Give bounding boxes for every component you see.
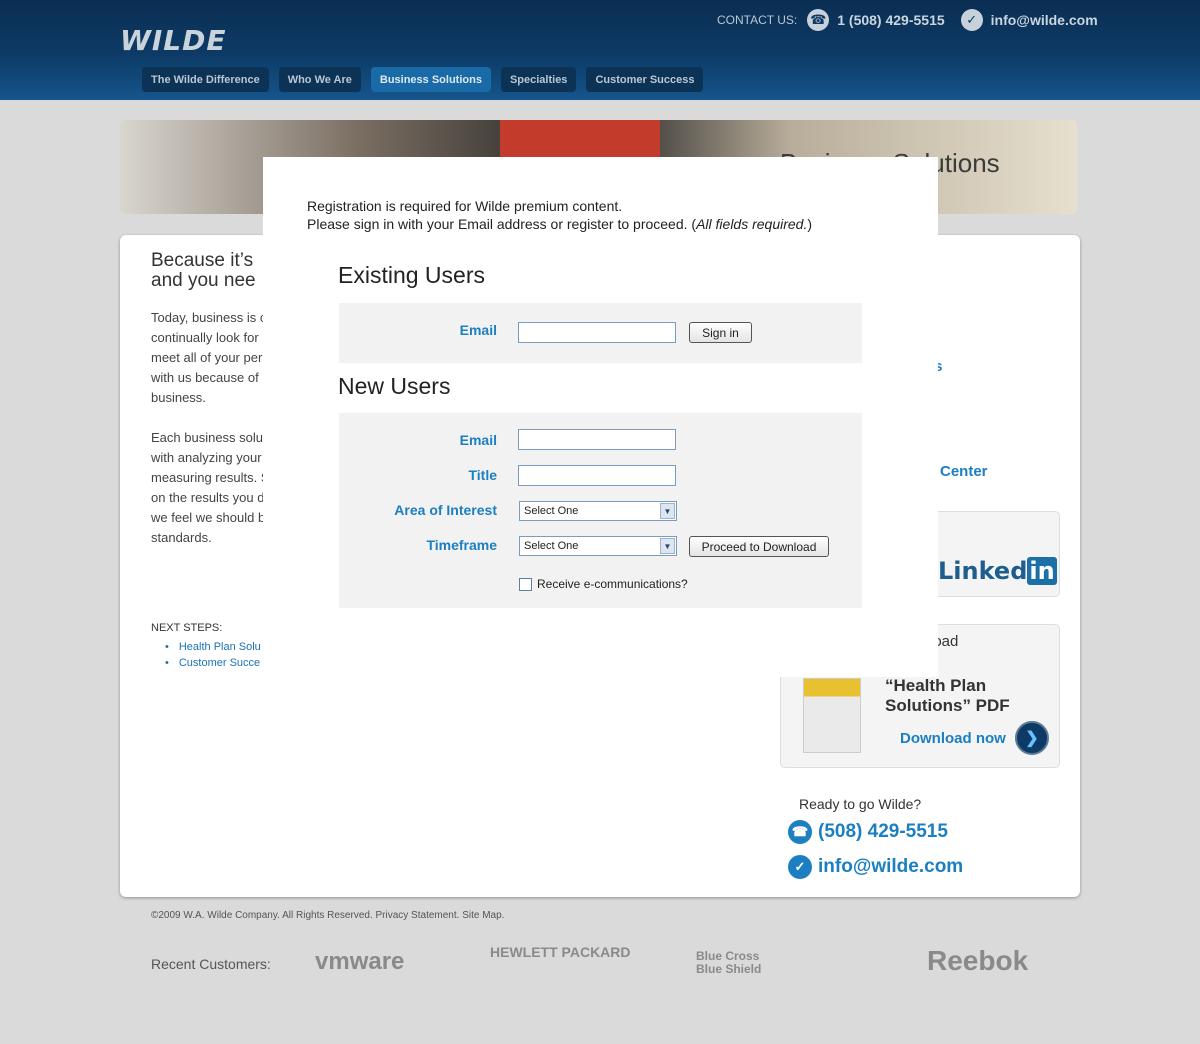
intro-close: ) — [807, 216, 813, 232]
new-email-label: Email — [459, 432, 497, 448]
download-title: “Health Plan Solutions” PDF — [885, 676, 1010, 715]
intro-text: Please sign in with your Email address o… — [307, 216, 697, 232]
linkedin-logo[interactable]: Linkedin — [938, 557, 1057, 585]
new-users-form: Email Title Area of Interest Select One … — [339, 413, 862, 608]
nav-who-we-are[interactable]: Who We Are — [278, 67, 361, 92]
next-step-link[interactable]: Health Plan Solu — [165, 641, 261, 653]
title-input[interactable] — [518, 465, 676, 486]
copyright: ©2009 W.A. Wilde Company. All Rights Res… — [151, 910, 505, 921]
modal-intro: Registration is required for Wilde premi… — [307, 197, 812, 233]
recent-customers-label: Recent Customers: — [151, 956, 271, 972]
customer-logo-bcbs: Blue Cross Blue Shield — [696, 949, 762, 976]
new-users-title: New Users — [338, 373, 451, 399]
sidebar-link[interactable]: Center — [940, 463, 988, 480]
next-steps-label: NEXT STEPS: — [151, 622, 223, 634]
phone-icon: ☎ — [788, 820, 812, 844]
proceed-to-download-button[interactable]: Proceed to Download — [689, 536, 829, 557]
phone-icon: ☎ — [807, 9, 830, 31]
title-label: Title — [468, 467, 497, 483]
intro-line-1: Registration is required for Wilde premi… — [307, 198, 623, 214]
main-nav: The Wilde Difference Who We Are Business… — [142, 67, 704, 92]
next-step-link[interactable]: Customer Succe — [165, 657, 261, 669]
linkedin-in: in — [1027, 557, 1057, 585]
sign-in-button[interactable]: Sign in — [689, 322, 752, 343]
next-steps-list: Health Plan Solu Customer Succe — [165, 641, 261, 673]
area-of-interest-label: Area of Interest — [394, 502, 497, 518]
sidebar-phone-text: (508) 429-5515 — [818, 821, 948, 842]
intro-line-2: Please sign in with your Email address o… — [307, 215, 812, 233]
content-heading: Because it’s and you nee — [151, 251, 256, 291]
heading-line-2: and you nee — [151, 270, 256, 291]
existing-email-input[interactable] — [518, 322, 676, 343]
existing-users-title: Existing Users — [338, 262, 485, 288]
linkedin-text: Linked — [938, 557, 1028, 585]
registration-modal: Registration is required for Wilde premi… — [263, 157, 938, 677]
heading-line-1: Because it’s — [151, 250, 254, 271]
timeframe-label: Timeframe — [426, 537, 497, 553]
email-icon: ✓ — [788, 855, 812, 879]
sidebar-email[interactable]: ✓ info@wilde.com — [788, 855, 963, 879]
intro-italic: All fields required. — [696, 216, 808, 232]
pdf-thumbnail — [803, 678, 861, 753]
header-contact: CONTACT US: ☎ 1 (508) 429-5515 ✓ info@wi… — [717, 9, 1106, 31]
sidebar-phone[interactable]: ☎ (508) 429-5515 — [788, 820, 948, 844]
download-now-link[interactable]: Download now — [900, 730, 1006, 747]
arrow-right-icon[interactable]: ❯ — [1015, 721, 1049, 755]
nav-wilde-difference[interactable]: The Wilde Difference — [142, 67, 269, 92]
area-of-interest-select[interactable]: Select One ▼ — [519, 501, 677, 521]
nav-specialties[interactable]: Specialties — [500, 67, 577, 92]
customer-logo-hp: HEWLETT PACKARD — [490, 944, 631, 960]
customer-logo-reebok: Reebok — [927, 945, 1029, 976]
wilde-logo[interactable]: WILDE — [120, 24, 227, 57]
ecommunications-row: Receive e-communications? — [519, 577, 688, 591]
nav-customer-success[interactable]: Customer Success — [586, 67, 704, 92]
contact-label: CONTACT US: — [717, 13, 798, 27]
header-email[interactable]: info@wilde.com — [991, 12, 1098, 28]
timeframe-select[interactable]: Select One ▼ — [519, 536, 677, 556]
new-email-input[interactable] — [518, 429, 676, 450]
ecommunications-checkbox[interactable] — [519, 577, 532, 591]
existing-users-form: Email Sign in — [339, 303, 862, 363]
customer-logo-vmware: vmware — [315, 948, 405, 975]
email-icon: ✓ — [960, 9, 983, 31]
ecommunications-label: Receive e-communications? — [537, 577, 688, 591]
existing-email-label: Email — [459, 322, 497, 338]
area-select-value: Select One — [524, 505, 579, 517]
site-header: WILDE CONTACT US: ☎ 1 (508) 429-5515 ✓ i… — [0, 0, 1200, 100]
timeframe-select-value: Select One — [524, 540, 579, 552]
chevron-down-icon: ▼ — [660, 503, 675, 519]
ready-text: Ready to go Wilde? — [799, 796, 922, 812]
chevron-down-icon: ▼ — [660, 538, 675, 554]
header-phone[interactable]: 1 (508) 429-5515 — [837, 12, 944, 28]
sidebar-email-text: info@wilde.com — [818, 856, 964, 877]
nav-business-solutions[interactable]: Business Solutions — [370, 67, 491, 92]
